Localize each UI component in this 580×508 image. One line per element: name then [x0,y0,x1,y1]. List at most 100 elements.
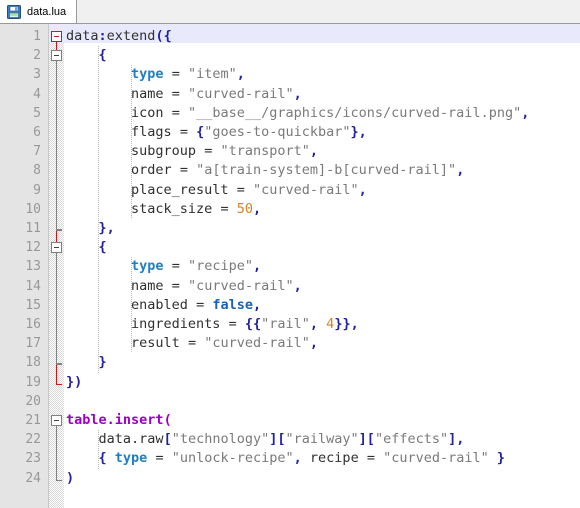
token-plain: = [236,181,245,198]
token-ident: flags [131,124,172,140]
token-op: , [253,258,262,275]
token-ident: subgroup [131,143,197,160]
code-line[interactable]: type = "recipe", [64,257,261,276]
fold-toggle-icon[interactable] [51,31,62,42]
token-op: , [293,277,302,294]
code-line[interactable]: { [64,238,107,257]
code-line[interactable]: table.insert( [64,411,172,430]
line-number: 3 [33,67,41,83]
line-number: 11 [25,221,41,236]
fold-tick [57,363,62,365]
token-plain: = [179,162,188,179]
code-line[interactable]: result = "curved-rail", [64,334,318,353]
token-plain: = [179,124,188,140]
token-str: "curved-rail" [204,335,310,352]
token-plain: = [196,296,205,313]
fold-toggle-icon[interactable] [51,415,62,426]
token-plain: = [171,66,180,83]
fold-range-line [56,426,57,480]
line-number: 5 [33,105,41,121]
token-op: [ [163,431,172,448]
token-kw2: type [131,258,164,275]
token-ident: data [66,28,99,44]
token-op: , [293,85,302,102]
code-line[interactable]: { type = "unlock-recipe", recipe = "curv… [64,449,506,468]
token-lib: ( [163,412,172,428]
code-line[interactable]: name = "curved-rail", [64,85,302,104]
fold-range-line [56,253,57,365]
line-number: 23 [25,451,41,467]
code-line[interactable] [64,392,74,411]
token-ident: name [131,277,164,294]
token-str: "technology" [171,431,270,448]
code-text[interactable]: data:extend({ { type = "item", name = "c… [64,24,580,508]
code-line[interactable]: }, [64,219,115,238]
code-line[interactable]: ingredients = {{"rail", 4}}, [64,315,359,334]
token-op: , [456,162,465,179]
fold-range-end [56,364,62,366]
line-number: 2 [33,48,41,64]
token-ident: icon [131,104,164,121]
token-str: "transport" [220,143,310,160]
code-line[interactable]: icon = "__base__/graphics/icons/curved-r… [64,104,529,123]
code-line[interactable]: type = "item", [64,65,245,84]
code-line[interactable]: }) [64,373,82,392]
code-line[interactable]: data:extend({ [64,27,172,46]
token-str: "curved-rail" [383,450,489,467]
code-line[interactable]: name = "curved-rail", [64,277,302,296]
fold-toggle-icon[interactable] [51,242,62,254]
code-line[interactable]: place_result = "curved-rail", [64,181,367,200]
token-op: } [496,450,506,467]
code-line[interactable]: flags = {"goes-to-quickbar"}, [64,123,367,142]
token-str: "effects" [374,431,449,448]
fold-tick [57,229,62,230]
token-plain: . [131,431,140,448]
token-op: , [309,316,327,332]
token-ident: enabled [131,296,188,313]
token-plain: = [171,258,180,275]
code-line[interactable]: order = "a[train-system]-b[curved-rail]"… [64,161,464,180]
fold-markers[interactable] [49,24,64,508]
line-number: 19 [25,374,41,390]
editor-area[interactable]: 1 2 3 4 5 6 7 8 9 10 11 12 13 14 15 16 17 18 19 20 21 22 23 24 … [0,24,580,508]
code-line[interactable]: { [64,46,107,65]
code-line[interactable]: stack_size = 50, [64,200,261,219]
token-op: {{ [244,316,262,332]
fold-range-end [56,479,62,481]
code-line[interactable]: enabled = false, [64,296,261,315]
token-op: ][ [358,431,375,448]
line-number: 18 [25,355,41,371]
code-line[interactable]: subgroup = "transport", [64,142,318,161]
token-ident: extend [106,28,156,44]
code-line[interactable]: ) [64,469,74,488]
token-op: , [358,181,367,198]
line-number: 14 [25,278,41,294]
token-op: , [293,450,302,467]
token-plain: = [155,450,164,467]
line-number: 15 [25,297,41,313]
token-op: }, [350,124,367,140]
code-line[interactable]: data.raw["technology"]["railway"]["effec… [64,430,465,449]
code-line[interactable]: } [64,353,107,372]
line-number: 9 [33,182,41,198]
token-plain: = [220,200,229,217]
fold-toggle-icon[interactable] [51,50,62,62]
token-str: "a[train-system]-b[curved-rail]" [196,162,457,179]
tab-data-lua[interactable]: data.lua [0,0,78,23]
token-op: { [98,239,107,256]
